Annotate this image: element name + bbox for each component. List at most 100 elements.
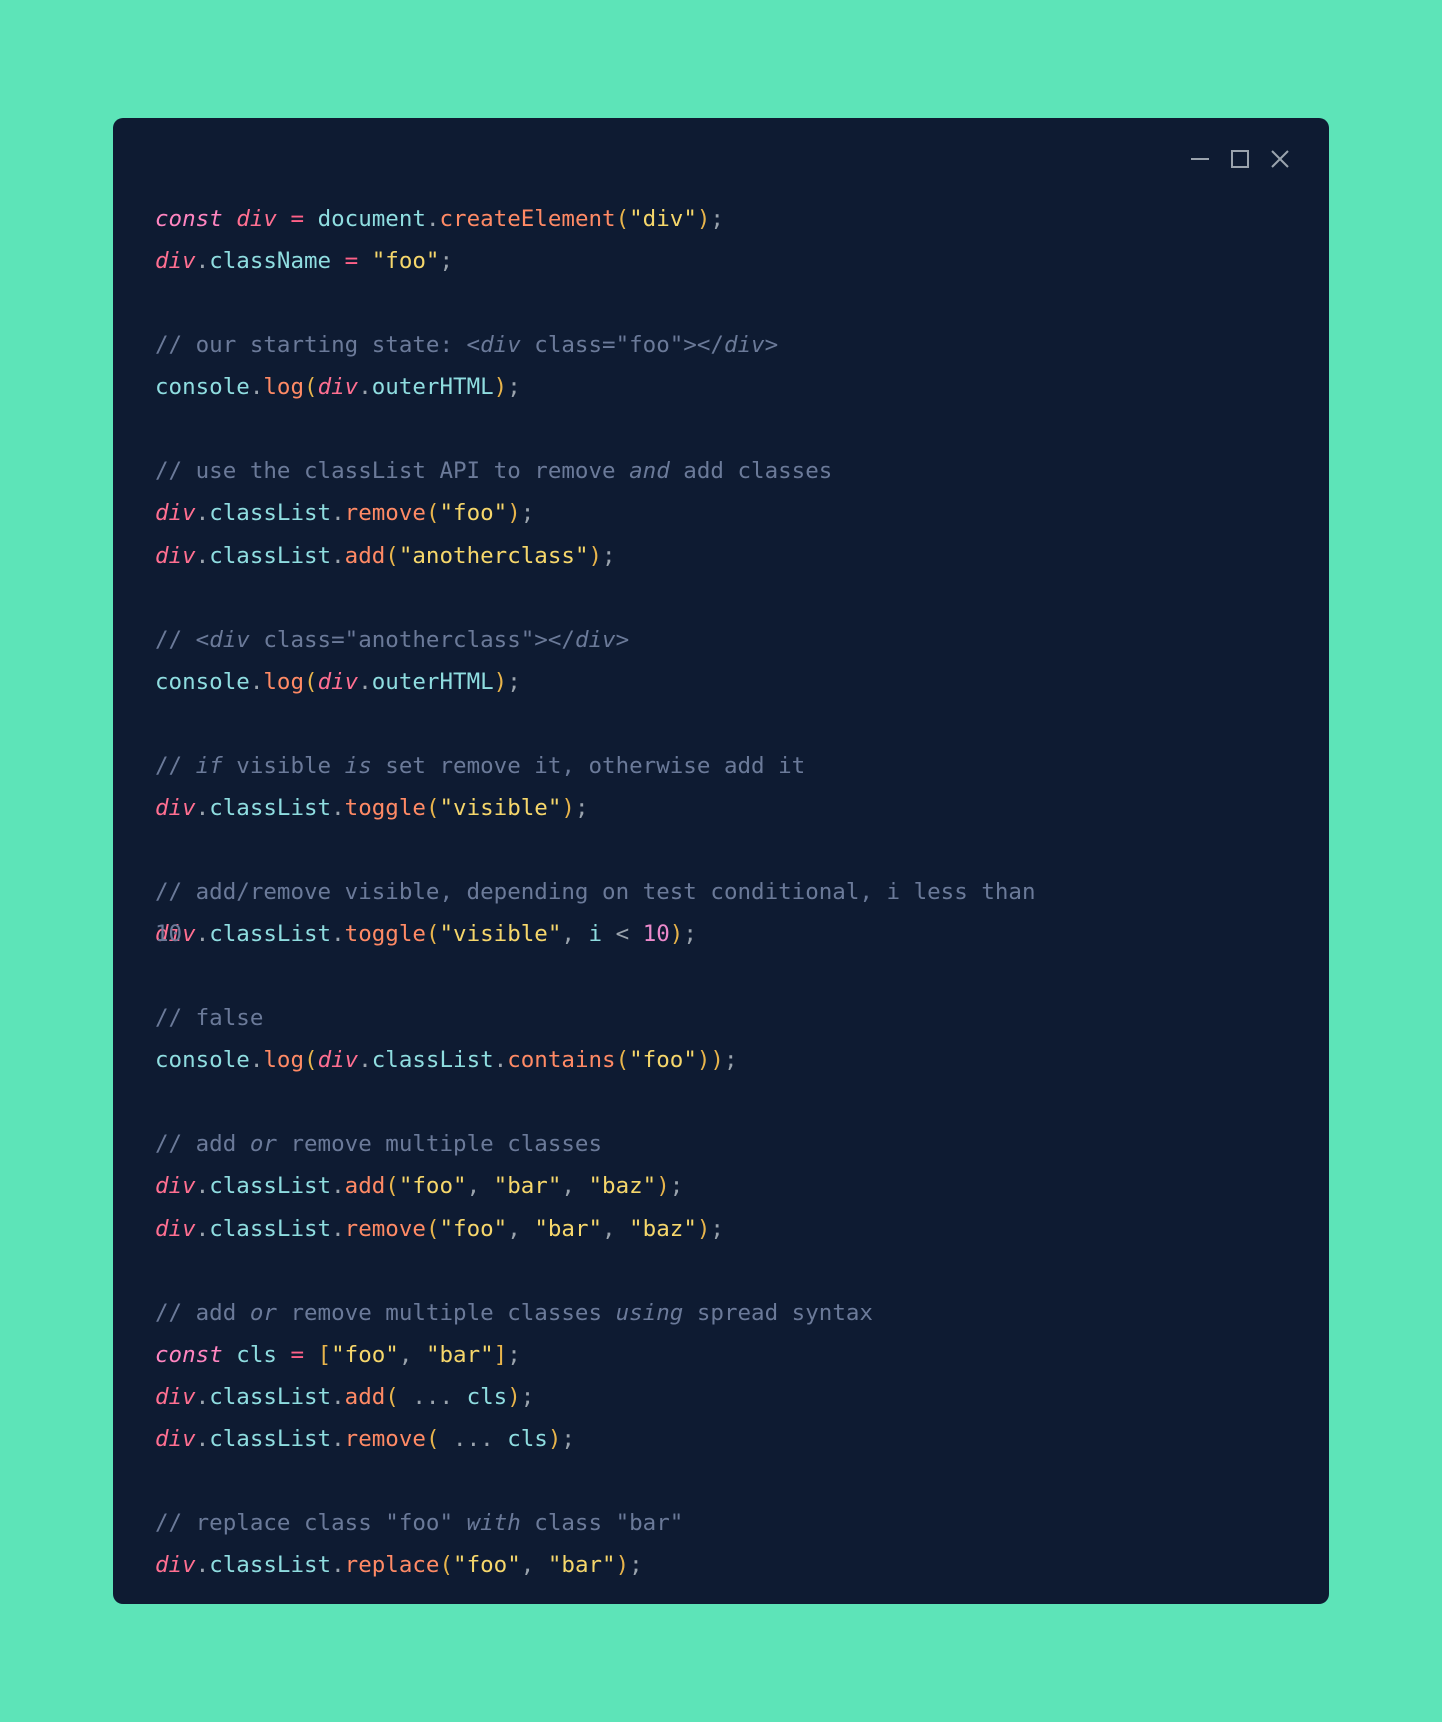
operator: = [290,206,304,232]
maximize-icon[interactable] [1229,148,1251,170]
string: "baz" [629,1216,697,1242]
variable: div [155,1552,196,1578]
comment: // add [155,1300,250,1326]
comment: or [250,1131,277,1157]
variable: div [155,795,196,821]
close-icon[interactable] [1269,148,1291,170]
comment: div [724,332,765,358]
property: classList [209,543,331,569]
function: add [345,1173,386,1199]
comment: div [575,627,616,653]
dot: . [196,248,210,274]
semicolon: ; [710,1216,724,1242]
paren: ) [670,921,684,947]
comma: , [561,1173,575,1199]
comment: visible [223,753,345,779]
paren: ( [426,1426,440,1452]
operator: = [290,1342,304,1368]
function: contains [507,1047,615,1073]
variable: cls [236,1342,277,1368]
string: "bar" [426,1342,494,1368]
comment: remove multiple classes [277,1300,616,1326]
function: remove [345,1426,426,1452]
variable: div [318,669,359,695]
object: console [155,374,250,400]
property: classList [209,921,331,947]
dot: . [331,1384,345,1410]
comment: > [765,332,779,358]
comma: , [602,1216,616,1242]
comma: , [521,1552,535,1578]
string: "foo" [439,1216,507,1242]
spread: ... [412,1384,453,1410]
comment: class="anotherclass"></ [250,627,575,653]
comment: // < [155,627,209,653]
bracket: ] [494,1342,508,1368]
paren: ( [304,1047,318,1073]
operator: < [616,921,630,947]
string: "foo" [453,1552,521,1578]
paren: ) [507,1384,521,1410]
comma: , [507,1216,521,1242]
semicolon: ; [507,669,521,695]
operator: = [345,248,359,274]
code-block[interactable]: const div = document.createElement("div"… [143,198,1299,1586]
function: replace [345,1552,440,1578]
paren: ) [589,543,603,569]
dot: . [250,374,264,400]
comment: class="foo"></ [521,332,724,358]
paren: ( [304,669,318,695]
dot: . [358,1047,372,1073]
paren: ( [426,500,440,526]
comment: // false [155,1005,263,1031]
property: outerHTML [372,669,494,695]
dot: . [250,669,264,695]
dot: . [196,1216,210,1242]
dot: . [331,1173,345,1199]
variable: cls [507,1426,548,1452]
dot: . [331,1426,345,1452]
variable: div [155,1216,196,1242]
paren: ) [656,1173,670,1199]
comma: , [561,921,575,947]
function: add [345,1384,386,1410]
string: "bar" [534,1216,602,1242]
paren: ( [426,1216,440,1242]
comment: 10 [155,913,182,955]
comment: remove multiple classes [277,1131,602,1157]
comma: , [399,1342,413,1368]
comment: if [196,753,223,779]
paren: ) [616,1552,630,1578]
paren: ( [616,1047,630,1073]
comment: and [629,458,670,484]
dot: . [196,1552,210,1578]
variable: div [318,1047,359,1073]
keyword: const [155,206,223,232]
property: classList [209,1384,331,1410]
dot: . [331,795,345,821]
variable: div [155,1384,196,1410]
function: log [263,374,304,400]
property: classList [209,1552,331,1578]
property: className [209,248,331,274]
comment: // use the classList API to remove [155,458,629,484]
bracket: [ [318,1342,332,1368]
dot: . [196,1426,210,1452]
dot: . [331,1552,345,1578]
paren: ( [385,543,399,569]
paren: ( [616,206,630,232]
string: "bar" [548,1552,616,1578]
variable: div [155,248,196,274]
semicolon: ; [629,1552,643,1578]
property: classList [209,500,331,526]
variable: div [236,206,277,232]
function: log [263,669,304,695]
comment: or [250,1300,277,1326]
property: classList [209,1426,331,1452]
dot: . [196,921,210,947]
minimize-icon[interactable] [1189,148,1211,170]
object: console [155,1047,250,1073]
semicolon: ; [507,374,521,400]
paren: ) [561,795,575,821]
semicolon: ; [724,1047,738,1073]
